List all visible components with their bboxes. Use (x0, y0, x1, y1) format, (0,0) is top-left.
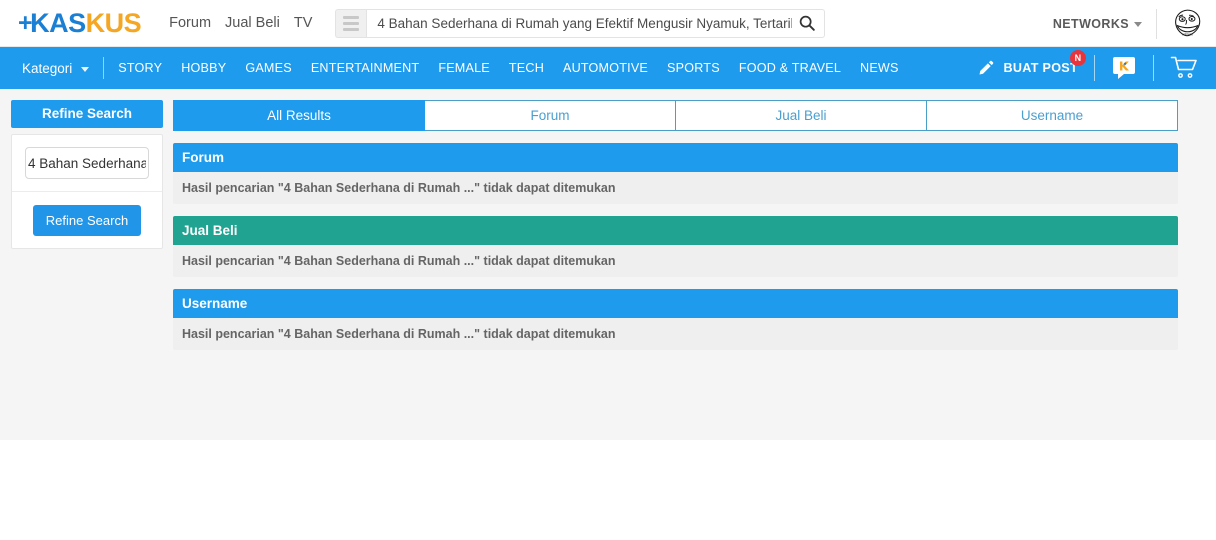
tab-all-results[interactable]: All Results (173, 100, 425, 131)
search-results-area: All Results Forum Jual Beli Username For… (173, 100, 1178, 350)
search-icon[interactable] (798, 14, 816, 32)
hamburger-bar (343, 15, 360, 19)
refine-search-form: Refine Search (11, 134, 163, 249)
pencil-icon (979, 60, 994, 75)
kaskus-chat-icon[interactable] (1111, 55, 1137, 81)
tab-jual-beli[interactable]: Jual Beli (676, 100, 927, 131)
header-link-tv[interactable]: TV (294, 15, 313, 31)
nav-item-food-travel[interactable]: FOOD & TRAVEL (739, 61, 841, 75)
results-section-username: Username Hasil pencarian "4 Bahan Sederh… (173, 289, 1178, 350)
search-bar[interactable] (366, 8, 826, 38)
search-input[interactable] (377, 15, 793, 31)
nav-item-entertainment[interactable]: ENTERTAINMENT (311, 61, 419, 75)
tab-username[interactable]: Username (927, 100, 1178, 131)
nav-item-tech[interactable]: TECH (509, 61, 544, 75)
section-title: Username (173, 289, 1178, 318)
logo-text-kas: KAS (30, 7, 86, 38)
category-nav-bar: Kategori STORY HOBBY GAMES ENTERTAINMENT… (0, 47, 1216, 89)
nav-links: STORY HOBBY GAMES ENTERTAINMENT FEMALE T… (118, 61, 898, 75)
shopping-cart-icon[interactable] (1170, 55, 1198, 81)
header-divider (1156, 8, 1157, 39)
chevron-down-icon (81, 66, 90, 72)
section-title: Forum (173, 143, 1178, 172)
chevron-down-icon (1134, 22, 1142, 27)
nav-divider (103, 57, 105, 79)
nav-right-cluster: BUAT POST N (977, 47, 1216, 89)
hamburger-bar (343, 27, 360, 31)
refine-search-title: Refine Search (11, 100, 163, 128)
section-empty-message: Hasil pencarian "4 Bahan Sederhana di Ru… (173, 318, 1178, 350)
header-nav-links: Forum Jual Beli TV (169, 15, 312, 31)
section-title: Jual Beli (173, 216, 1178, 245)
trollface-icon: roblem (1171, 7, 1204, 40)
nav-item-games[interactable]: GAMES (245, 61, 292, 75)
section-empty-message: Hasil pencarian "4 Bahan Sederhana di Ru… (173, 172, 1178, 204)
top-header-bar: +KASKUS Forum Jual Beli TV NETWORKS (0, 0, 1216, 47)
nav-divider (1153, 55, 1154, 81)
page-body: Refine Search Refine Search All Results … (0, 89, 1216, 440)
nav-item-news[interactable]: NEWS (860, 61, 899, 75)
refine-search-button[interactable]: Refine Search (32, 205, 142, 236)
refine-search-panel: Refine Search Refine Search (11, 100, 163, 249)
nav-item-female[interactable]: FEMALE (438, 61, 490, 75)
kategori-dropdown[interactable]: Kategori (22, 60, 90, 76)
buat-post-button[interactable]: BUAT POST N (977, 50, 1086, 77)
nav-divider (1094, 55, 1095, 81)
nav-item-automotive[interactable]: AUTOMOTIVE (563, 61, 648, 75)
kategori-label: Kategori (22, 60, 73, 76)
buat-post-label: BUAT POST (1003, 61, 1078, 75)
hamburger-icon[interactable] (335, 8, 367, 38)
kaskus-logo[interactable]: + KAS KUS (18, 7, 142, 38)
header-link-jual-beli[interactable]: Jual Beli (225, 15, 280, 31)
nav-item-sports[interactable]: SPORTS (667, 61, 720, 75)
results-section-jual-beli: Jual Beli Hasil pencarian "4 Bahan Seder… (173, 216, 1178, 277)
header-right-cluster: NETWORKS roblem (1053, 0, 1204, 47)
refine-keyword-input[interactable] (25, 147, 149, 179)
avatar-caption: roblem (1182, 33, 1193, 37)
avatar[interactable]: roblem (1171, 7, 1204, 40)
section-empty-message: Hasil pencarian "4 Bahan Sederhana di Ru… (173, 245, 1178, 277)
status-badge: N (1070, 50, 1086, 66)
tab-forum[interactable]: Forum (425, 100, 676, 131)
hamburger-bar (343, 21, 360, 25)
results-section-forum: Forum Hasil pencarian "4 Bahan Sederhana… (173, 143, 1178, 204)
nav-item-story[interactable]: STORY (118, 61, 162, 75)
logo-text-kus: KUS (85, 7, 142, 38)
networks-dropdown[interactable]: NETWORKS (1053, 17, 1142, 31)
networks-label: NETWORKS (1052, 16, 1129, 31)
header-link-forum[interactable]: Forum (169, 15, 211, 31)
results-tabs: All Results Forum Jual Beli Username (173, 100, 1178, 131)
nav-item-hobby[interactable]: HOBBY (181, 61, 226, 75)
divider (12, 191, 162, 192)
